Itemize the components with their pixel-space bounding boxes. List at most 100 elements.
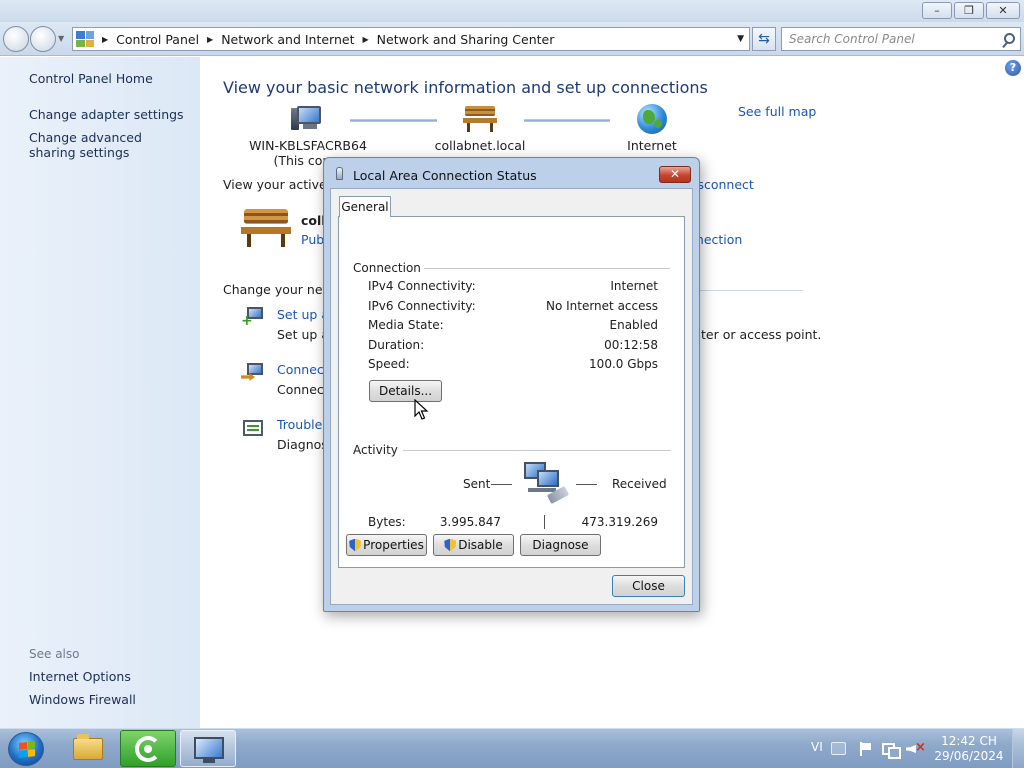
status-value: Enabled: [609, 318, 659, 332]
connect-network-icon: [241, 361, 265, 385]
activity-group-label: Activity: [353, 443, 398, 457]
map-connector-line: [524, 119, 610, 122]
activity-divider: [544, 515, 545, 529]
restore-button[interactable]: ❐: [954, 2, 984, 19]
activity-line: [491, 484, 512, 485]
action-center-flag-icon[interactable]: [858, 742, 873, 756]
windows-firewall-link[interactable]: Windows Firewall: [29, 692, 136, 707]
navigation-bar: ▼ ▶ Control Panel ▶ Network and Internet…: [0, 22, 1024, 56]
breadcrumb-separator-icon[interactable]: ▶: [102, 35, 108, 44]
uac-shield-icon: [349, 538, 362, 552]
bytes-received-value: 473.319.269: [581, 515, 658, 529]
computer-icon: [291, 104, 325, 132]
control-panel-home-link[interactable]: Control Panel Home: [29, 71, 153, 86]
status-value: Internet: [610, 279, 658, 293]
map-node-internet[interactable]: Internet: [610, 104, 694, 153]
network-tray-icon[interactable]: [882, 742, 901, 759]
setup-connection-description-tail: ter or access point.: [701, 327, 822, 342]
left-navigation-pane: Control Panel Home Change adapter settin…: [0, 57, 200, 728]
show-desktop-button[interactable]: [1012, 729, 1024, 768]
internet-options-link[interactable]: Internet Options: [29, 669, 131, 684]
taskbar-windows-explorer[interactable]: [60, 730, 116, 767]
clock-date: 29/06/2024: [934, 749, 1004, 763]
setup-connection-icon: +: [241, 305, 265, 329]
keyboard-icon[interactable]: [831, 742, 846, 755]
connect-network-description: Connect: [277, 382, 329, 397]
activity-line: [576, 484, 597, 485]
status-label: Media State:: [368, 318, 444, 332]
tab-general[interactable]: General: [339, 196, 391, 217]
refresh-button[interactable]: ⇆: [752, 27, 776, 51]
folder-icon: [73, 734, 103, 760]
group-divider: [424, 268, 670, 269]
uac-shield-icon: [444, 538, 457, 552]
details-button[interactable]: Details...: [369, 380, 442, 402]
status-label: Speed:: [368, 357, 410, 371]
clock[interactable]: 12:42 CH 29/06/2024: [934, 734, 1004, 764]
close-button[interactable]: Close: [612, 575, 685, 597]
change-adapter-settings-link[interactable]: Change adapter settings: [29, 107, 184, 122]
public-network-bench-icon: [241, 207, 291, 249]
recent-pages-dropdown-icon[interactable]: ▼: [58, 34, 64, 43]
dialog-body: General Connection IPv4 Connectivity: In…: [330, 188, 693, 605]
page-title: View your basic network information and …: [223, 78, 708, 97]
connect-network-link[interactable]: Connect: [277, 362, 329, 377]
troubleshoot-link[interactable]: Troubles: [277, 417, 329, 432]
windows-logo-icon: [19, 741, 35, 758]
search-input[interactable]: [782, 28, 992, 50]
search-box[interactable]: [781, 27, 1021, 51]
change-advanced-sharing-link[interactable]: Change advanced sharing settings: [29, 130, 189, 160]
received-label: Received: [612, 477, 667, 491]
breadcrumb-control-panel[interactable]: Control Panel: [116, 32, 199, 47]
breadcrumb-network-and-internet[interactable]: Network and Internet: [221, 32, 354, 47]
sent-label: Sent: [463, 477, 491, 491]
see-full-map-link[interactable]: See full map: [738, 104, 816, 119]
network-type-link[interactable]: Pub: [301, 232, 324, 247]
input-language-indicator[interactable]: VI: [811, 740, 823, 754]
search-icon[interactable]: [1004, 33, 1015, 44]
globe-icon: [637, 104, 667, 134]
start-button[interactable]: [8, 732, 44, 766]
status-label: IPv6 Connectivity:: [368, 299, 476, 313]
app-logo-dot: [144, 745, 152, 753]
help-icon[interactable]: ?: [1005, 60, 1021, 76]
window-titlebar: – ❐ ✕: [0, 0, 1024, 22]
bytes-label: Bytes:: [368, 515, 406, 529]
back-button[interactable]: [3, 26, 29, 52]
computer-name: WIN-KBLSFACRB64: [249, 138, 367, 153]
network-name-label: collabnet.local: [434, 138, 526, 153]
disable-button-label: Disable: [458, 538, 503, 552]
minimize-button[interactable]: –: [922, 2, 952, 19]
close-window-button[interactable]: ✕: [986, 2, 1020, 19]
forward-button[interactable]: [30, 26, 56, 52]
map-node-network[interactable]: collabnet.local: [430, 104, 530, 153]
taskbar-green-app[interactable]: [120, 730, 176, 767]
see-also-heading: See also: [29, 647, 80, 661]
taskbar-control-panel[interactable]: [180, 730, 236, 767]
clock-time: 12:42 CH: [941, 734, 997, 748]
setup-connection-description: Set up a: [277, 327, 329, 342]
connection-status-dialog: Local Area Connection Status ✕ General C…: [323, 157, 700, 612]
volume-muted-icon[interactable]: [906, 740, 926, 755]
status-value: No Internet access: [545, 299, 658, 313]
status-label: IPv4 Connectivity:: [368, 279, 476, 293]
status-value: 100.0 Gbps: [589, 357, 658, 371]
network-activity-icon: [524, 460, 570, 506]
change-settings-heading: Change your netw: [223, 282, 338, 297]
diagnose-button[interactable]: Diagnose: [520, 534, 601, 556]
breadcrumb-separator-icon[interactable]: ▶: [363, 35, 369, 44]
address-bar[interactable]: ▶ Control Panel ▶ Network and Internet ▶…: [72, 27, 750, 51]
dialog-close-button[interactable]: ✕: [659, 166, 691, 183]
breadcrumb-network-sharing-center[interactable]: Network and Sharing Center: [377, 32, 555, 47]
address-dropdown-icon[interactable]: ▼: [737, 34, 744, 44]
properties-button[interactable]: Properties: [346, 534, 427, 556]
setup-connection-link[interactable]: Set up a: [277, 307, 329, 322]
disable-button[interactable]: Disable: [433, 534, 514, 556]
mouse-cursor-icon: [414, 398, 430, 421]
control-panel-icon: [76, 31, 94, 47]
taskbar: VI 12:42 CH 29/06/2024: [0, 728, 1024, 768]
status-label: Duration:: [368, 338, 425, 352]
troubleshoot-icon: [241, 417, 265, 441]
breadcrumb-separator-icon[interactable]: ▶: [207, 35, 213, 44]
internet-label: Internet: [627, 138, 677, 153]
